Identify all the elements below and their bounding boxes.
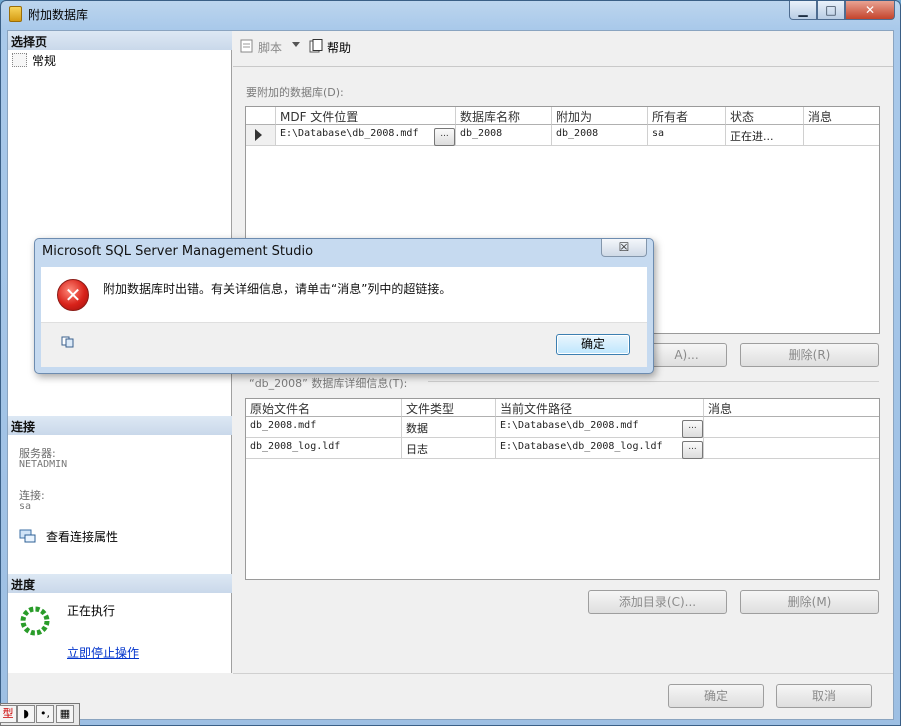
ime-keyboard-icon[interactable]: ▦ [56,705,74,723]
original-filename-cell[interactable]: db_2008_log.ldf [246,438,402,459]
current-row-arrow-icon [255,129,262,141]
current-path-cell[interactable]: E:\Database\db_2008.mdf [496,417,704,438]
footer-separator [233,673,893,674]
details-separator [428,381,879,382]
dialog-message: 附加数据库时出错。有关详细信息，请单击“消息”列中的超链接。 [103,282,452,296]
message-cell[interactable] [804,125,879,146]
help-icon [309,39,324,54]
message-cell[interactable] [704,417,879,438]
remove-database-button[interactable]: 删除(R) [740,343,879,367]
error-icon: ✕ [57,279,89,311]
toolbar-separator [233,66,893,67]
maximize-button[interactable]: □ [817,1,845,20]
dialog-close-button[interactable]: ☒ [601,239,647,257]
progress-status: 正在执行 [67,604,116,618]
owner-cell[interactable]: sa [648,125,726,146]
column-header[interactable]: 所有者 [648,107,726,125]
mdf-location-cell[interactable]: E:\Database\db_2008.mdf [276,125,456,146]
window-title: 附加数据库 [28,8,89,22]
current-path-cell[interactable]: E:\Database\db_2008_log.ldf [496,438,704,459]
column-header[interactable]: 当前文件路径 [496,399,704,417]
details-grid: 原始文件名 文件类型 当前文件路径 消息 db_2008.mdf 数据 E:\D… [245,398,880,580]
stop-operation-link[interactable]: 立即停止操作 [67,644,139,661]
server-value: NETADMIN [19,459,68,470]
minimize-button[interactable]: ▁ [789,1,817,20]
original-filename-cell[interactable]: db_2008.mdf [246,417,402,438]
page-general[interactable]: 常规 [32,52,56,69]
remove-file-button[interactable]: 删除(M) [740,590,879,614]
browse-mdf-button[interactable]: ... [434,128,455,146]
attach-as-cell[interactable]: db_2008 [552,125,648,146]
page-icon [12,53,27,67]
browse-path-button[interactable]: ... [682,420,703,438]
browse-path-button[interactable]: ... [682,441,703,459]
help-button[interactable]: 帮助 [327,39,351,56]
progress-header: 进度 [8,574,232,593]
connection-properties-icon [19,529,36,543]
cancel-button[interactable]: 取消 [776,684,872,708]
column-header[interactable]: 附加为 [552,107,648,125]
add-catalog-button[interactable]: 添加目录(C)... [588,590,727,614]
script-dropdown-chevron-icon[interactable] [292,42,300,47]
view-connection-properties-link[interactable]: 查看连接属性 [46,528,118,545]
database-name-cell[interactable]: db_2008 [456,125,552,146]
script-button[interactable]: 脚本 [258,39,282,56]
column-header[interactable]: 消息 [704,399,879,417]
connection-value: sa [19,501,32,512]
progress-spinner-icon [18,604,52,638]
ime-punctuation-icon[interactable]: •, [36,705,54,723]
ime-mode-icon[interactable]: 型 [0,705,17,723]
ime-halfwidth-icon[interactable]: ◗ [17,705,35,723]
databases-to-attach-label: 要附加的数据库(D): [246,86,344,99]
script-icon [240,39,255,54]
column-header[interactable]: 消息 [804,107,879,125]
column-header[interactable]: 文件类型 [402,399,496,417]
row-selector[interactable] [246,125,276,146]
database-details-label: “db_2008” 数据库详细信息(T): [249,377,408,390]
select-page-header: 选择页 [8,31,232,50]
grid-header-selector [246,107,276,125]
column-header[interactable]: 状态 [726,107,804,125]
close-button[interactable]: ✕ [845,1,895,20]
database-icon [9,6,22,22]
dialog-ok-button[interactable]: 确定 [556,334,630,355]
connection-header: 连接 [8,416,232,435]
add-database-button[interactable]: A)... [646,343,727,367]
copy-message-icon[interactable] [61,336,75,348]
dialog-title: Microsoft SQL Server Management Studio [42,244,314,259]
file-type-cell[interactable]: 日志 [402,438,496,459]
column-header[interactable]: 原始文件名 [246,399,402,417]
ok-button[interactable]: 确定 [668,684,764,708]
file-type-cell[interactable]: 数据 [402,417,496,438]
status-cell: 正在进... [726,125,804,146]
column-header[interactable]: 数据库名称 [456,107,552,125]
column-header[interactable]: MDF 文件位置 [276,107,456,125]
message-cell[interactable] [704,438,879,459]
